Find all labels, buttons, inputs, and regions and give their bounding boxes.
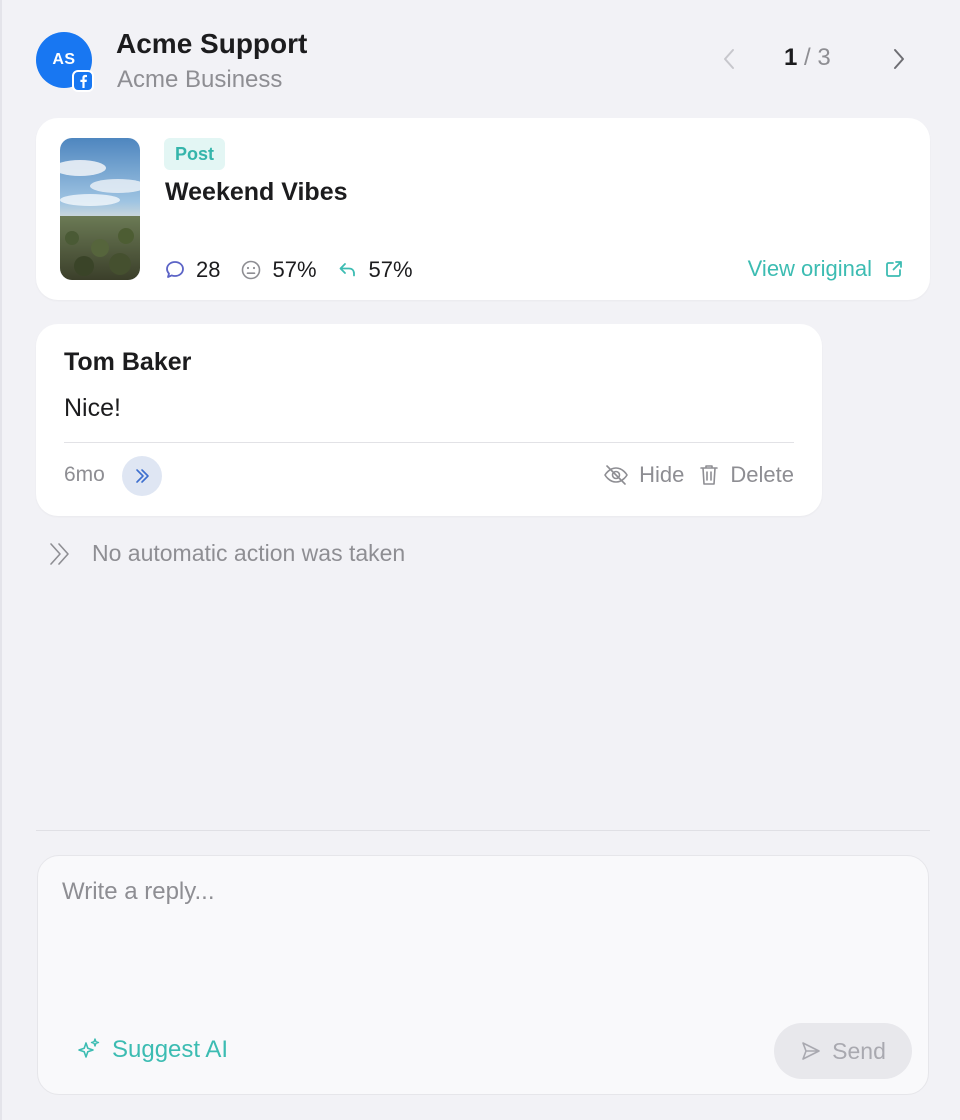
view-original-label: View original <box>747 256 872 281</box>
pager-separator: / <box>804 44 811 71</box>
account-subtitle: Acme Business <box>117 66 283 93</box>
pager: 1 / 3 <box>716 40 926 80</box>
sentiment-value: 57% <box>272 257 317 282</box>
sentiment-stat: 57% <box>240 257 317 283</box>
account-title: Acme Support <box>116 28 308 59</box>
conversation-header: AS Acme Support Acme Business 1 / 3 <box>36 28 926 98</box>
suggest-ai-label: Suggest AI <box>112 1036 229 1063</box>
automation-note: No automatic action was taken <box>48 540 405 567</box>
send-icon <box>802 1042 820 1060</box>
view-original-link[interactable]: View original <box>748 256 904 282</box>
double-chevron-icon <box>50 542 69 565</box>
chevron-right-icon[interactable] <box>886 46 912 72</box>
pager-current: 1 <box>784 44 798 71</box>
automation-button[interactable] <box>122 456 162 496</box>
reply-rate-value: 57% <box>368 257 413 282</box>
avatar-initials: AS <box>52 51 76 68</box>
comment-divider <box>64 442 794 443</box>
eye-off-icon <box>604 465 628 485</box>
pager-total: 3 <box>817 44 831 71</box>
reply-rate-stat: 57% <box>337 257 413 283</box>
delete-button[interactable]: Delete <box>698 462 794 488</box>
hide-button[interactable]: Hide <box>603 462 684 488</box>
post-title: Weekend Vibes <box>165 178 348 206</box>
comment-actions: Hide Delete <box>603 462 794 488</box>
send-button[interactable]: Send <box>774 1023 912 1079</box>
delete-label: Delete <box>730 462 794 487</box>
reply-input[interactable] <box>62 878 902 998</box>
comment-text: Nice! <box>64 394 121 422</box>
comment-author: Tom Baker <box>64 348 192 376</box>
reply-icon <box>339 263 355 277</box>
trash-icon <box>700 465 719 485</box>
post-stats: 28 57% 57% <box>164 256 433 284</box>
pager-indicator: 1 / 3 <box>784 44 831 72</box>
comments-count: 28 <box>196 257 221 282</box>
external-link-icon <box>886 261 902 277</box>
post-thumbnail[interactable] <box>60 138 140 280</box>
smiley-icon <box>242 260 261 280</box>
facebook-icon <box>72 70 94 92</box>
comment-icon <box>166 261 184 278</box>
suggest-ai-button[interactable]: Suggest AI <box>76 1036 228 1064</box>
post-type-badge: Post <box>164 138 226 170</box>
comment-card: Tom Baker Nice! 6mo Hide Delete <box>36 324 822 516</box>
post-card: Post Weekend Vibes 28 57% 57% View origi… <box>36 118 930 300</box>
comment-timestamp: 6mo <box>64 463 105 486</box>
sparkle-icon <box>78 1038 100 1058</box>
send-label: Send <box>832 1037 886 1064</box>
double-chevron-icon <box>136 469 149 483</box>
comments-stat: 28 <box>164 257 220 283</box>
hide-label: Hide <box>639 462 685 487</box>
automation-note-text: No automatic action was taken <box>92 540 406 566</box>
composer-divider <box>36 830 930 831</box>
reply-composer: Suggest AI Send <box>37 855 929 1095</box>
chevron-left-icon[interactable] <box>716 46 742 72</box>
